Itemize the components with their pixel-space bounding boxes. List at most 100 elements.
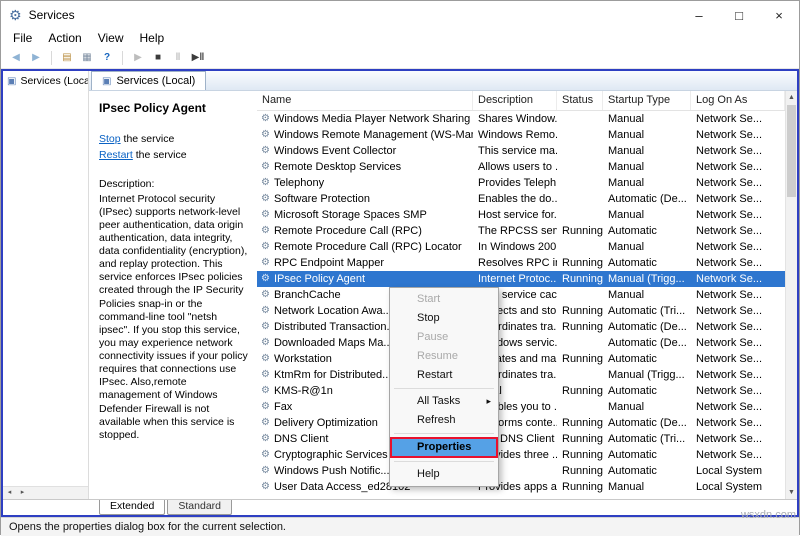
table-row[interactable]: ⚙Remote Procedure Call (RPC)The RPCSS se… (257, 223, 785, 239)
service-rows: ⚙Windows Media Player Network Sharing S.… (257, 111, 785, 499)
service-name-cell: ⚙Windows Remote Management (WS-Mana... (257, 127, 473, 143)
scroll-right-icon[interactable]: ▸ (16, 487, 29, 499)
table-row[interactable]: ⚙IPsec Policy AgentInternet Protoc...Run… (257, 271, 785, 287)
tab-standard[interactable]: Standard (167, 500, 232, 515)
context-menu-restart[interactable]: Restart (390, 366, 498, 385)
back-icon[interactable]: ◀ (7, 49, 25, 67)
close-button[interactable]: × (759, 1, 799, 29)
service-startup-type: Automatic (603, 351, 691, 367)
context-menu-label: Help (417, 468, 440, 480)
tree-item-services-local[interactable]: ▣ Services (Local) (3, 71, 88, 89)
context-menu-refresh[interactable]: Refresh (390, 411, 498, 430)
minimize-button[interactable]: – (679, 1, 719, 29)
service-status: Running (557, 319, 603, 335)
table-row[interactable]: ⚙FaxEnables you to ...ManualNetwork Se..… (257, 399, 785, 415)
stop-service-link[interactable]: Stop (99, 133, 121, 145)
table-row[interactable]: ⚙KMS-R@1nFinalRunningAutomaticNetwork Se… (257, 383, 785, 399)
service-status (557, 159, 603, 175)
console-frame: ▣ Services (Local) ◂ ▸ ▣ Services (Local… (1, 69, 799, 517)
context-menu-all-tasks[interactable]: All Tasks▸ (390, 392, 498, 411)
table-row[interactable]: ⚙Downloaded Maps Ma...Windows servic...A… (257, 335, 785, 351)
service-gear-icon: ⚙ (261, 463, 270, 479)
column-header-description[interactable]: Description (473, 91, 557, 110)
context-menu-help[interactable]: Help (390, 465, 498, 484)
table-row[interactable]: ⚙Distributed Transaction...Coordinates t… (257, 319, 785, 335)
menu-view[interactable]: View (90, 31, 132, 45)
description-label: Description: (99, 178, 249, 190)
service-status: Running (557, 431, 603, 447)
context-menu-label: Properties (417, 441, 471, 453)
restart-service-icon[interactable]: ▶‖ (189, 49, 207, 67)
content-tab-services-local[interactable]: ▣ Services (Local) (91, 71, 206, 90)
service-description: Internet Protoc... (473, 271, 557, 287)
vertical-scrollbar[interactable]: ▲ ▼ (785, 91, 797, 499)
service-startup-type: Manual (Trigg... (603, 271, 691, 287)
context-menu-label: Restart (417, 369, 452, 381)
table-row[interactable]: ⚙WorkstationCreates and ma...RunningAuto… (257, 351, 785, 367)
export-list-icon[interactable]: ▦ (78, 49, 96, 67)
console-window-icon[interactable]: ▤ (58, 49, 76, 67)
table-row[interactable]: ⚙BranchCacheThis service cac...ManualNet… (257, 287, 785, 303)
stop-service-icon[interactable]: ■ (149, 49, 167, 67)
service-startup-type: Manual (603, 399, 691, 415)
context-menu-label: Pause (417, 331, 448, 343)
service-name-cell: ⚙Software Protection (257, 191, 473, 207)
context-menu-start[interactable]: Start (390, 290, 498, 309)
scroll-left-icon[interactable]: ◂ (3, 487, 16, 499)
table-row[interactable]: ⚙KtmRm for Distributed...Coordinates tra… (257, 367, 785, 383)
table-row[interactable]: ⚙Network Location Awa...Collects and sto… (257, 303, 785, 319)
context-menu-label: Stop (417, 312, 440, 324)
table-row[interactable]: ⚙User Data Access_ed28102Provides apps a… (257, 479, 785, 495)
service-logon-as: Network Se... (691, 239, 785, 255)
table-row[interactable]: ⚙Delivery OptimizationPerforms conte...R… (257, 415, 785, 431)
column-header-startup-type[interactable]: Startup Type (603, 91, 691, 110)
table-row[interactable]: ⚙Cryptographic ServicesProvides three ..… (257, 447, 785, 463)
stop-link-suffix: the service (121, 133, 175, 145)
table-row[interactable]: ⚙Windows Media Player Network Sharing S.… (257, 111, 785, 127)
service-startup-type: Automatic (603, 223, 691, 239)
service-status: Running (557, 447, 603, 463)
column-header-status[interactable]: Status (557, 91, 603, 110)
services-table: NameDescriptionStatusStartup TypeLog On … (257, 91, 797, 499)
column-header-log-on-as[interactable]: Log On As (691, 91, 785, 110)
tree-horizontal-scrollbar[interactable]: ◂ ▸ (3, 486, 88, 499)
start-service-icon[interactable]: ▶ (129, 49, 147, 67)
tab-extended[interactable]: Extended (99, 500, 165, 515)
help-icon[interactable]: ? (98, 49, 116, 67)
table-row[interactable]: ⚙Windows Remote Management (WS-Mana...Wi… (257, 127, 785, 143)
table-row[interactable]: ⚙Microsoft Storage Spaces SMPHost servic… (257, 207, 785, 223)
service-gear-icon: ⚙ (261, 447, 270, 463)
context-menu-properties[interactable]: Properties (390, 437, 498, 458)
service-status: Running (557, 415, 603, 431)
table-row[interactable]: ⚙Remote Procedure Call (RPC) LocatorIn W… (257, 239, 785, 255)
menu-help[interactable]: Help (132, 31, 173, 45)
table-row[interactable]: ⚙DNS ClientThe DNS Client ...RunningAuto… (257, 431, 785, 447)
table-header: NameDescriptionStatusStartup TypeLog On … (257, 91, 785, 111)
context-menu-label: Refresh (417, 414, 456, 426)
column-header-name[interactable]: Name (257, 91, 473, 110)
context-menu-resume[interactable]: Resume (390, 347, 498, 366)
restart-service-link[interactable]: Restart (99, 149, 133, 161)
table-row[interactable]: ⚙TelephonyProvides Teleph...ManualNetwor… (257, 175, 785, 191)
context-menu-stop[interactable]: Stop (390, 309, 498, 328)
context-menu-pause[interactable]: Pause (390, 328, 498, 347)
forward-icon[interactable]: ▶ (27, 49, 45, 67)
pause-service-icon[interactable]: ‖ (169, 49, 187, 67)
scroll-up-icon[interactable]: ▲ (786, 91, 797, 104)
table-row[interactable]: ⚙Windows Push Notific...RunningAutomatic… (257, 463, 785, 479)
maximize-button[interactable]: □ (719, 1, 759, 29)
status-bar: Opens the properties dialog box for the … (1, 517, 799, 536)
menu-file[interactable]: File (5, 31, 40, 45)
scrollbar-thumb[interactable] (787, 105, 796, 197)
scroll-down-icon[interactable]: ▼ (786, 486, 797, 499)
service-startup-type: Manual (603, 479, 691, 495)
service-status: Running (557, 351, 603, 367)
service-name: Remote Procedure Call (RPC) Locator (274, 239, 462, 255)
menu-action[interactable]: Action (40, 31, 89, 45)
service-logon-as: Network Se... (691, 127, 785, 143)
services-app-icon: ⚙ (9, 7, 22, 24)
table-row[interactable]: ⚙RPC Endpoint MapperResolves RPC in...Ru… (257, 255, 785, 271)
table-row[interactable]: ⚙Windows Event CollectorThis service ma.… (257, 143, 785, 159)
table-row[interactable]: ⚙Remote Desktop ServicesAllows users to … (257, 159, 785, 175)
table-row[interactable]: ⚙Software ProtectionEnables the do...Aut… (257, 191, 785, 207)
